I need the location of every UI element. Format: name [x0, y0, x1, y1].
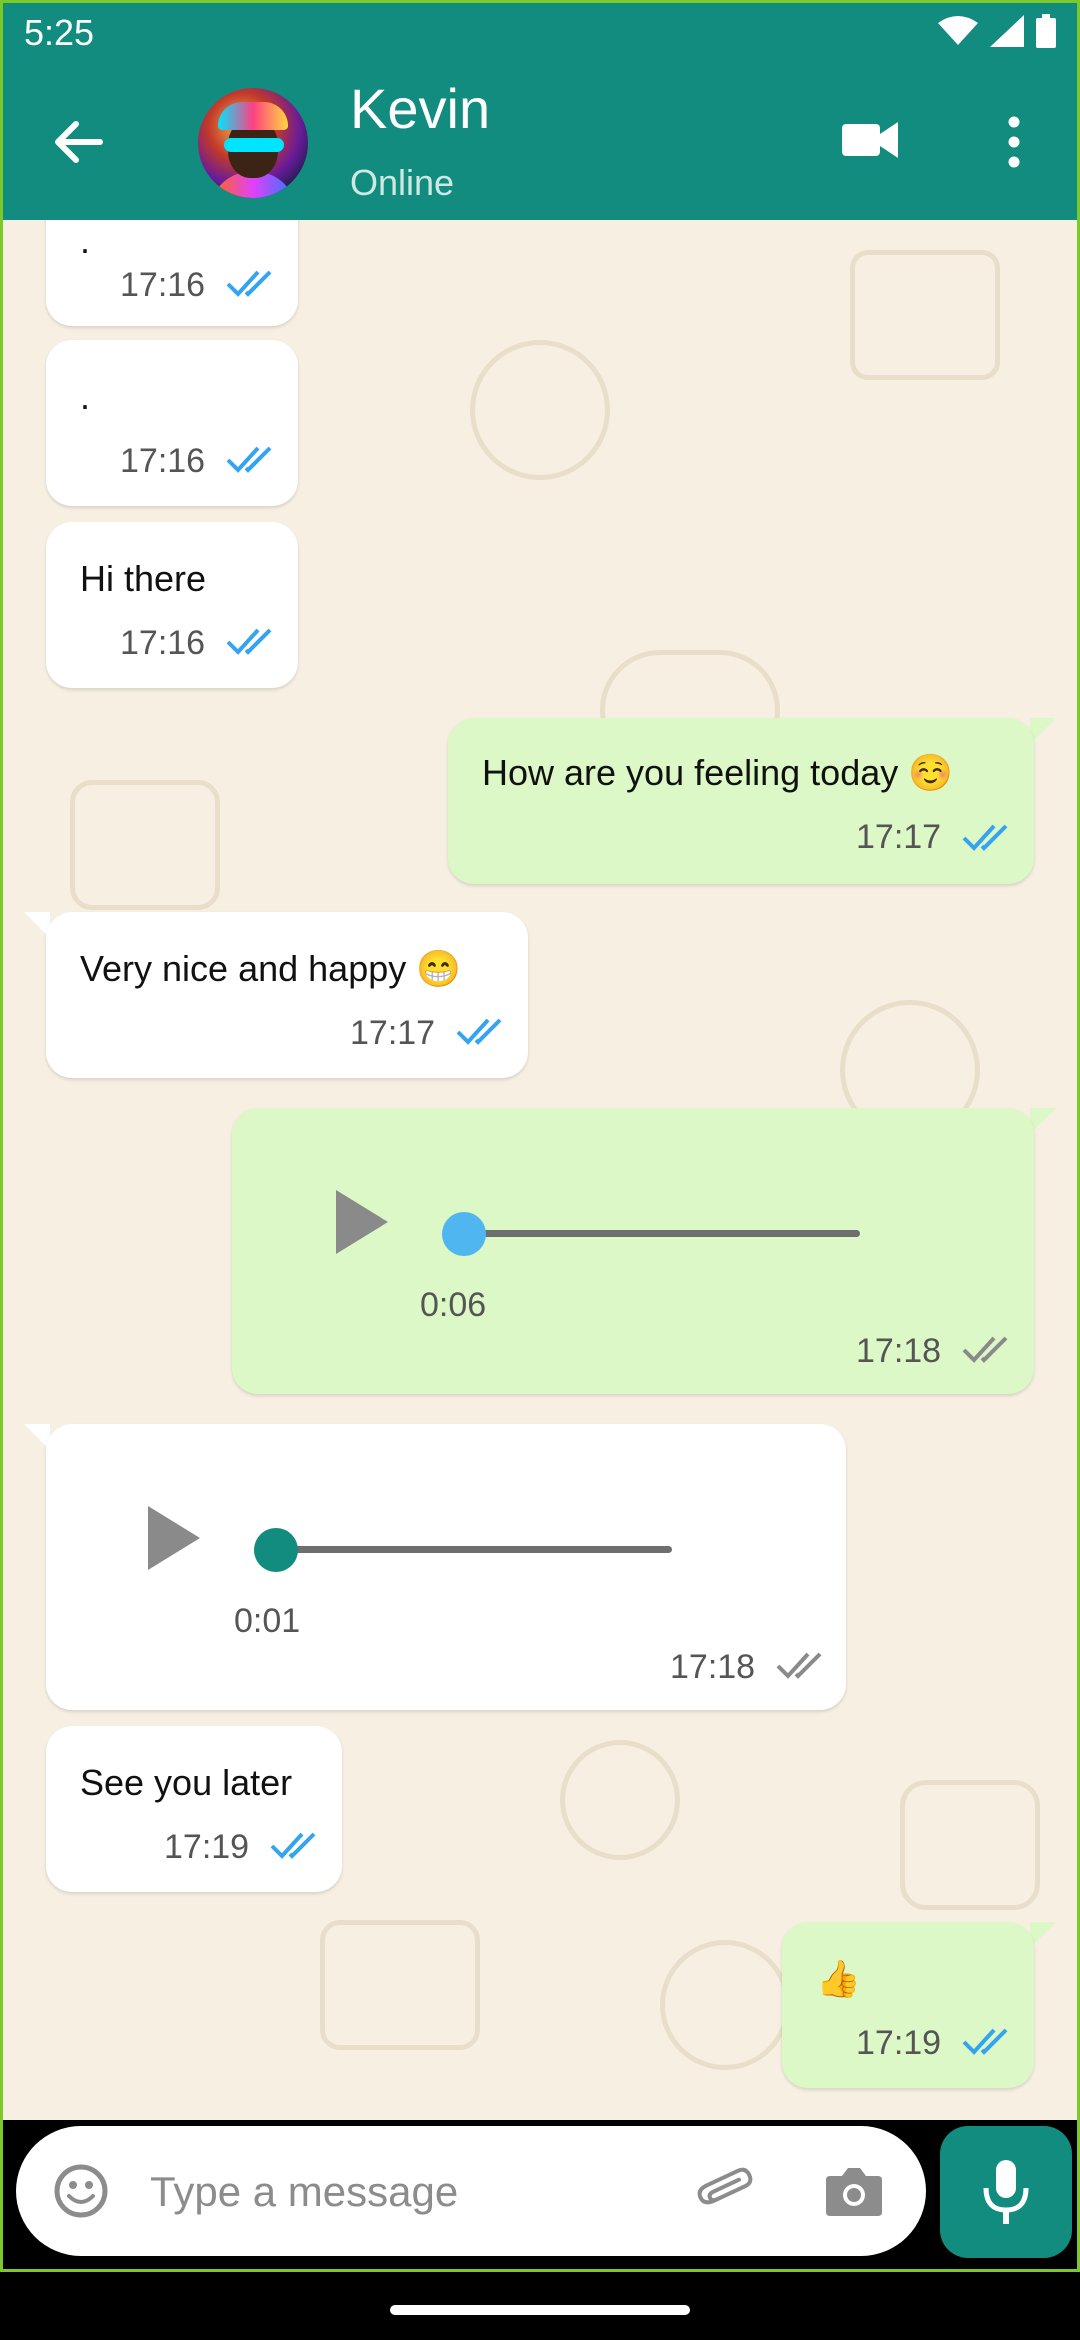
wifi-icon — [938, 16, 978, 45]
double-check-icon — [226, 628, 272, 655]
signal-icon — [990, 15, 1024, 47]
play-icon[interactable] — [336, 1190, 388, 1254]
voice-duration: 0:01 — [234, 1602, 301, 1640]
message-text: 👍 — [816, 1958, 861, 1999]
message-time: 17:18 — [670, 1648, 756, 1686]
message-bubble-incoming[interactable]: Hi there 17:16 — [46, 522, 298, 688]
wallpaper-doodle — [70, 780, 220, 910]
voice-progress-knob[interactable] — [254, 1528, 298, 1572]
double-check-icon — [226, 446, 272, 473]
message-list[interactable]: . 17:16 . 17:16 Hi there 17:16 How are y… — [0, 220, 1080, 2120]
voice-message-outgoing[interactable]: 0:06 17:18 — [232, 1108, 1034, 1394]
bubble-tail — [1030, 718, 1056, 744]
double-check-icon — [270, 1832, 316, 1859]
message-time: 17:16 — [120, 442, 206, 480]
home-indicator[interactable] — [390, 2305, 690, 2315]
double-check-icon — [962, 2028, 1008, 2055]
wallpaper-doodle — [560, 1740, 680, 1860]
video-call-icon[interactable] — [842, 118, 898, 162]
battery-icon — [1036, 14, 1056, 48]
message-time: 17:16 — [120, 624, 206, 662]
message-text: Very nice and happy 😁 — [80, 948, 462, 989]
double-check-icon — [226, 270, 272, 297]
voice-message-incoming[interactable]: 0:01 17:18 — [46, 1424, 846, 1710]
camera-icon[interactable] — [824, 2164, 884, 2218]
message-text: Hi there — [80, 558, 207, 599]
status-time: 5:25 — [24, 12, 95, 53]
message-time: 17:19 — [164, 1828, 250, 1866]
avatar[interactable] — [198, 88, 308, 198]
bubble-tail — [1030, 1108, 1056, 1134]
wallpaper-doodle — [850, 250, 1000, 380]
double-check-icon — [776, 1652, 822, 1679]
wallpaper-doodle — [320, 1920, 480, 2050]
message-text: . — [80, 220, 91, 261]
wallpaper-doodle — [470, 340, 610, 480]
message-bubble-incoming[interactable]: . 17:16 — [46, 340, 298, 506]
attach-icon[interactable] — [696, 2162, 756, 2222]
message-time: 17:19 — [856, 2024, 942, 2062]
wallpaper-doodle — [660, 1940, 790, 2070]
contact-name[interactable]: Kevin — [350, 76, 490, 141]
wallpaper-doodle — [900, 1780, 1040, 1910]
contact-status: Online — [350, 162, 455, 203]
message-bubble-incoming[interactable]: See you later 17:19 — [46, 1726, 342, 1892]
emoji-icon[interactable] — [54, 2164, 108, 2218]
voice-duration: 0:06 — [420, 1286, 487, 1324]
message-input[interactable] — [148, 2158, 672, 2226]
bubble-tail — [1030, 1922, 1056, 1948]
mic-button[interactable] — [940, 2126, 1072, 2258]
more-vert-icon[interactable] — [1000, 112, 1028, 172]
voice-progress-track[interactable] — [276, 1546, 672, 1553]
back-arrow-icon[interactable] — [48, 112, 108, 172]
chat-screen: 5:25 Kevin Online . 17:16 . 17:16 Hi the… — [0, 0, 1080, 2340]
mic-icon — [983, 2160, 1029, 2224]
message-time: 17:17 — [350, 1014, 436, 1052]
message-time: 17:18 — [856, 1332, 942, 1370]
double-check-icon — [962, 1336, 1008, 1363]
voice-progress-track[interactable] — [464, 1230, 860, 1237]
status-icons — [938, 14, 1056, 48]
double-check-icon — [456, 1018, 502, 1045]
message-bubble-outgoing[interactable]: How are you feeling today ☺️ 17:17 — [448, 718, 1034, 884]
voice-progress-knob[interactable] — [442, 1212, 486, 1256]
double-check-icon — [962, 824, 1008, 851]
message-time: 17:16 — [120, 266, 206, 304]
message-composer — [16, 2126, 926, 2256]
app-bar: 5:25 Kevin Online — [0, 0, 1080, 220]
message-text: How are you feeling today ☺️ — [482, 752, 954, 793]
play-icon[interactable] — [148, 1506, 200, 1570]
message-time: 17:17 — [856, 818, 942, 856]
message-bubble-incoming[interactable]: Very nice and happy 😁 17:17 — [46, 912, 528, 1078]
message-text: . — [80, 376, 91, 417]
message-bubble-outgoing[interactable]: 👍 17:19 — [782, 1922, 1034, 2088]
message-text: See you later — [80, 1762, 293, 1803]
message-bubble-incoming[interactable]: . 17:16 — [46, 220, 298, 326]
